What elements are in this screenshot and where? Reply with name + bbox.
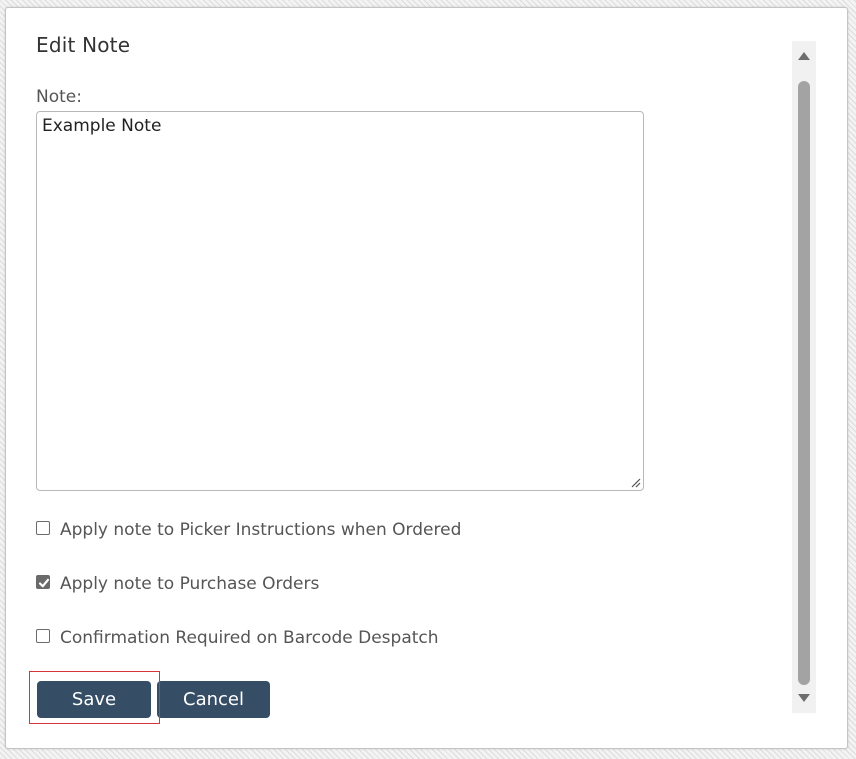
scrollbar-thumb[interactable] [798, 81, 810, 685]
picker-instructions-checkbox[interactable] [36, 521, 50, 535]
option-picker-instructions[interactable]: Apply note to Picker Instructions when O… [36, 520, 461, 540]
dialog-title: Edit Note [36, 33, 131, 57]
option-barcode-confirmation[interactable]: Confirmation Required on Barcode Despatc… [36, 628, 439, 648]
purchase-orders-label: Apply note to Purchase Orders [60, 574, 320, 594]
resize-grip-icon[interactable] [630, 477, 641, 488]
purchase-orders-checkbox[interactable] [36, 575, 50, 589]
edit-note-dialog: Edit Note Note: Example Note Apply note … [5, 7, 848, 749]
option-purchase-orders[interactable]: Apply note to Purchase Orders [36, 574, 319, 594]
barcode-confirmation-checkbox[interactable] [36, 629, 50, 643]
vertical-scrollbar[interactable] [792, 41, 816, 713]
checkmark-icon [38, 578, 50, 588]
triangle-down-icon[interactable] [797, 693, 811, 703]
picker-instructions-label: Apply note to Picker Instructions when O… [60, 520, 462, 540]
barcode-confirmation-label: Confirmation Required on Barcode Despatc… [60, 628, 439, 648]
note-label: Note: [36, 87, 82, 107]
note-textarea[interactable]: Example Note [36, 111, 644, 491]
cancel-button[interactable]: Cancel [157, 681, 270, 718]
save-button-highlight [29, 671, 160, 724]
triangle-up-icon[interactable] [797, 51, 811, 61]
